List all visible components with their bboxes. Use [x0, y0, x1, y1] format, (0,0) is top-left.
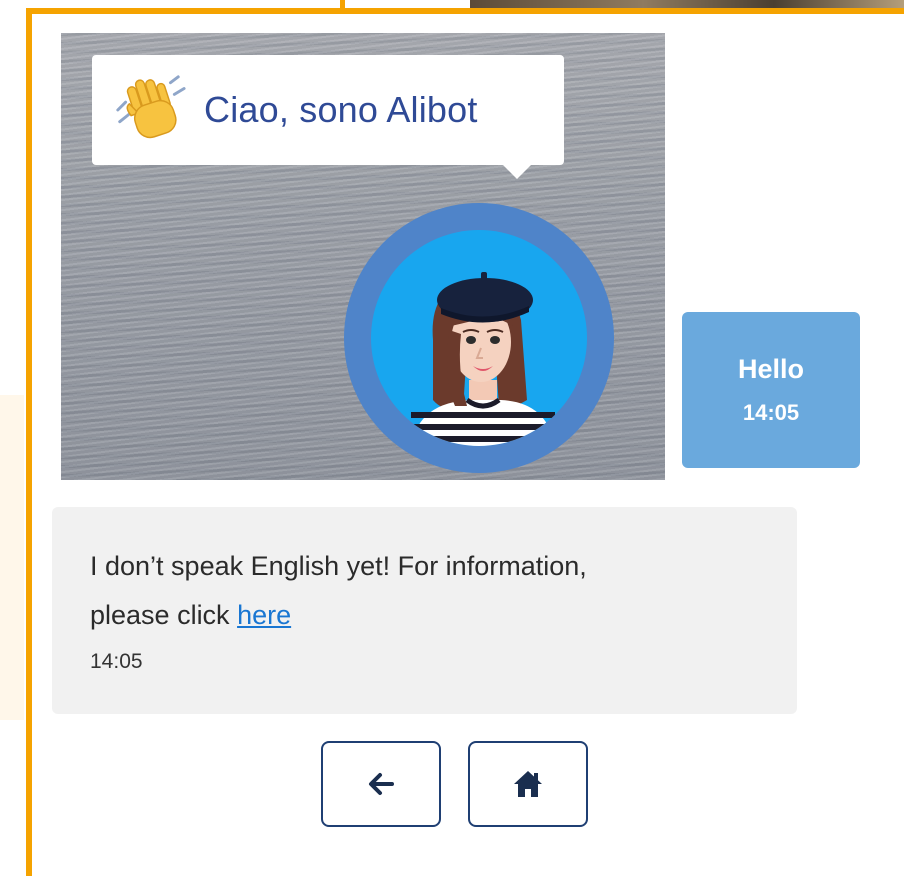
bot-message-bubble: I don’t speak English yet! For informati… — [52, 507, 797, 714]
bot-message-line2-text: please click — [90, 600, 238, 630]
information-link[interactable]: here — [237, 600, 291, 630]
waving-hand-icon — [116, 75, 186, 139]
user-message-text: Hello — [737, 354, 804, 384]
left-pane-tint — [0, 395, 24, 720]
chat-panel-top-border — [26, 8, 904, 14]
home-button[interactable] — [468, 741, 588, 827]
greeting-speech-bubble: Ciao, sono Alibot — [92, 55, 564, 179]
bot-avatar — [344, 203, 614, 473]
arrow-left-icon — [369, 773, 394, 795]
avatar-background — [371, 230, 587, 446]
bot-message-line2: please click here — [90, 600, 291, 631]
user-message-bubble: Hello 14:05 — [682, 312, 860, 468]
home-icon — [514, 771, 542, 797]
user-message-time: 14:05 — [742, 400, 800, 425]
chat-panel-border-stub — [340, 0, 345, 14]
back-button[interactable] — [321, 741, 441, 827]
greeting-text: Ciao, sono Alibot — [204, 89, 478, 130]
bot-avatar-icon — [407, 272, 559, 446]
bot-message-line1: I don’t speak English yet! For informati… — [90, 551, 587, 581]
chat-panel-left-border — [26, 8, 32, 876]
chatbot-header-image: Ciao, sono Alibot — [61, 33, 665, 480]
bot-message-time: 14:05 — [90, 650, 143, 673]
